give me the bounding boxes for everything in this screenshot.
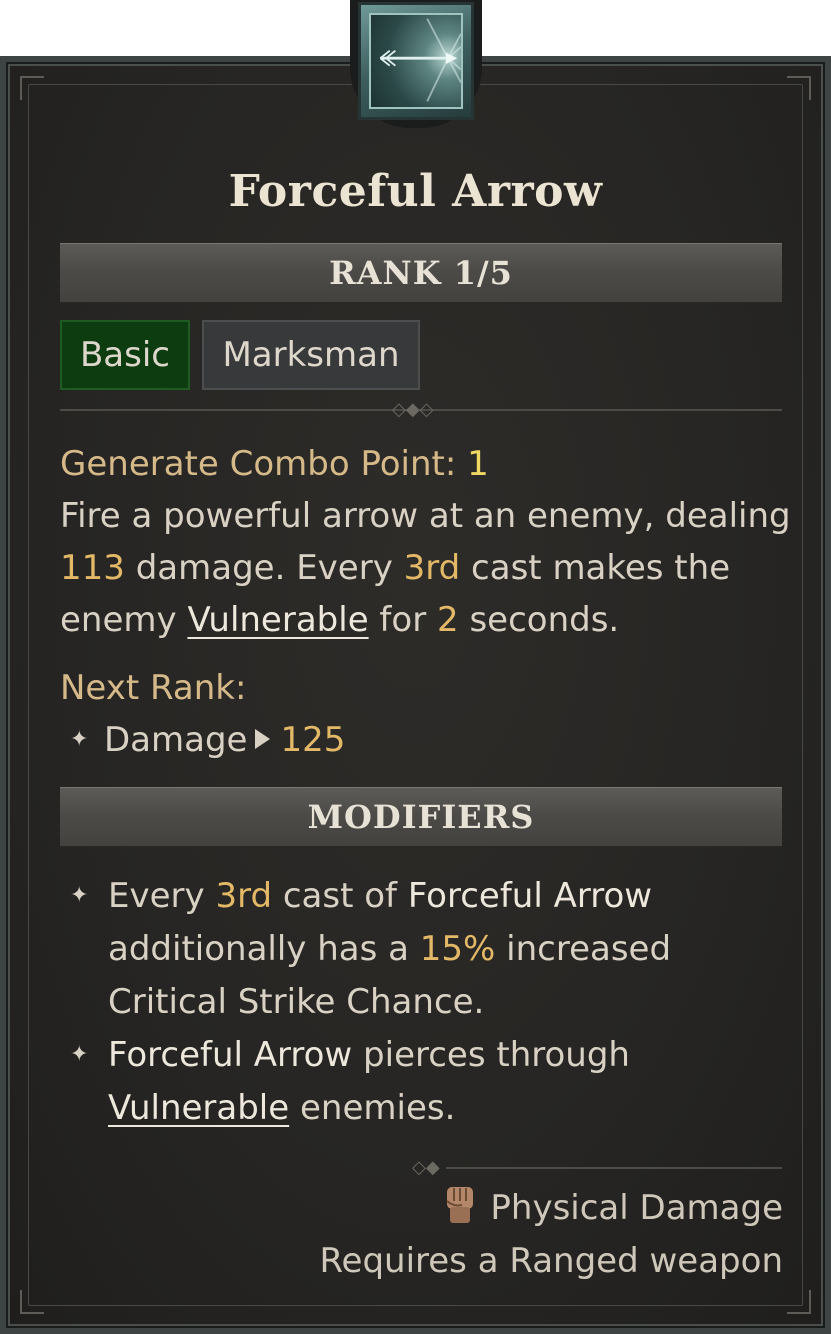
skill-name-reference: Forceful Arrow — [108, 1035, 353, 1075]
weapon-requirement: Requires a Ranged weapon — [319, 1241, 783, 1281]
combo-value: 1 — [467, 444, 489, 484]
damage-type-label: Physical Damage — [490, 1188, 783, 1228]
divider-ornament-icon: ◇◆◇ — [392, 399, 434, 420]
description-text: enemy — [60, 600, 188, 640]
arrow-skill-icon — [369, 13, 463, 109]
next-rank-label: Next Rank: — [60, 668, 247, 708]
combo-label: Generate Combo Point: — [60, 444, 468, 484]
description-text: damage. Every — [124, 548, 404, 588]
fist-icon — [444, 1183, 476, 1227]
tag-basic: Basic — [60, 320, 190, 390]
frame-corner — [20, 1290, 44, 1314]
modifier-text: additionally has a — [108, 929, 420, 969]
description-text: cast makes the — [460, 548, 731, 588]
modifier-text: cast of — [272, 876, 408, 916]
modifier-text: Every — [108, 876, 216, 916]
description-text: seconds. — [458, 600, 620, 640]
frame-corner — [787, 1290, 811, 1314]
divider-ornament-icon: ◇◆ — [412, 1157, 440, 1178]
vulnerable-keyword-link[interactable]: Vulnerable — [108, 1088, 289, 1128]
combo-line: Generate Combo Point: 1 — [60, 444, 489, 484]
modifier-text: pierces through — [352, 1035, 630, 1075]
bullet-icon: ✦ — [70, 727, 89, 752]
description-line-2: 113 damage. Every 3rd cast makes the — [60, 548, 730, 588]
modifier-1-line-2: additionally has a 15% increased — [108, 929, 671, 969]
modifier-1-line-1: Every 3rd cast of Forceful Arrow — [108, 876, 652, 916]
third-cast-value: 3rd — [215, 876, 273, 916]
seconds-value: 2 — [437, 600, 459, 640]
modifiers-header: MODIFIERS — [307, 798, 535, 836]
rank-label: RANK 1/5 — [329, 254, 513, 292]
next-rank-stat-value: 125 — [280, 720, 346, 760]
vulnerable-keyword-link[interactable]: Vulnerable — [187, 600, 368, 640]
bullet-icon: ✦ — [70, 883, 89, 908]
frame-corner — [20, 76, 44, 100]
skill-title: Forceful Arrow — [228, 166, 603, 217]
skill-name-reference: Forceful Arrow — [407, 876, 653, 916]
description-line-1: Fire a powerful arrow at an enemy, deali… — [60, 496, 791, 536]
third-cast-value: 3rd — [403, 548, 461, 588]
description-text: for — [368, 600, 437, 640]
modifier-1-line-3: Critical Strike Chance. — [108, 982, 485, 1022]
skill-icon-container — [344, 0, 488, 128]
modifier-2-line-2: Vulnerable enemies. — [108, 1088, 455, 1128]
tag-marksman: Marksman — [202, 320, 420, 390]
bullet-icon: ✦ — [70, 1042, 89, 1067]
modifier-2-line-1: Forceful Arrow pierces through — [108, 1035, 630, 1075]
modifier-text: enemies. — [289, 1088, 456, 1128]
description-line-3: enemy Vulnerable for 2 seconds. — [60, 600, 619, 640]
crit-chance-value: 15% — [419, 929, 496, 969]
section-divider — [446, 1167, 782, 1169]
frame-corner — [787, 76, 811, 100]
arrow-right-icon — [255, 729, 271, 749]
modifiers-banner: MODIFIERS — [60, 787, 782, 847]
damage-value: 113 — [60, 548, 125, 588]
modifier-text: increased — [495, 929, 672, 969]
skill-icon-frame — [358, 2, 474, 120]
next-rank-stat: Damage 125 — [104, 720, 345, 760]
next-rank-stat-label: Damage — [104, 720, 248, 760]
skill-tooltip: Forceful Arrow RANK 1/5 Basic Marksman ◇… — [0, 0, 831, 1334]
rank-banner: RANK 1/5 — [60, 243, 782, 303]
